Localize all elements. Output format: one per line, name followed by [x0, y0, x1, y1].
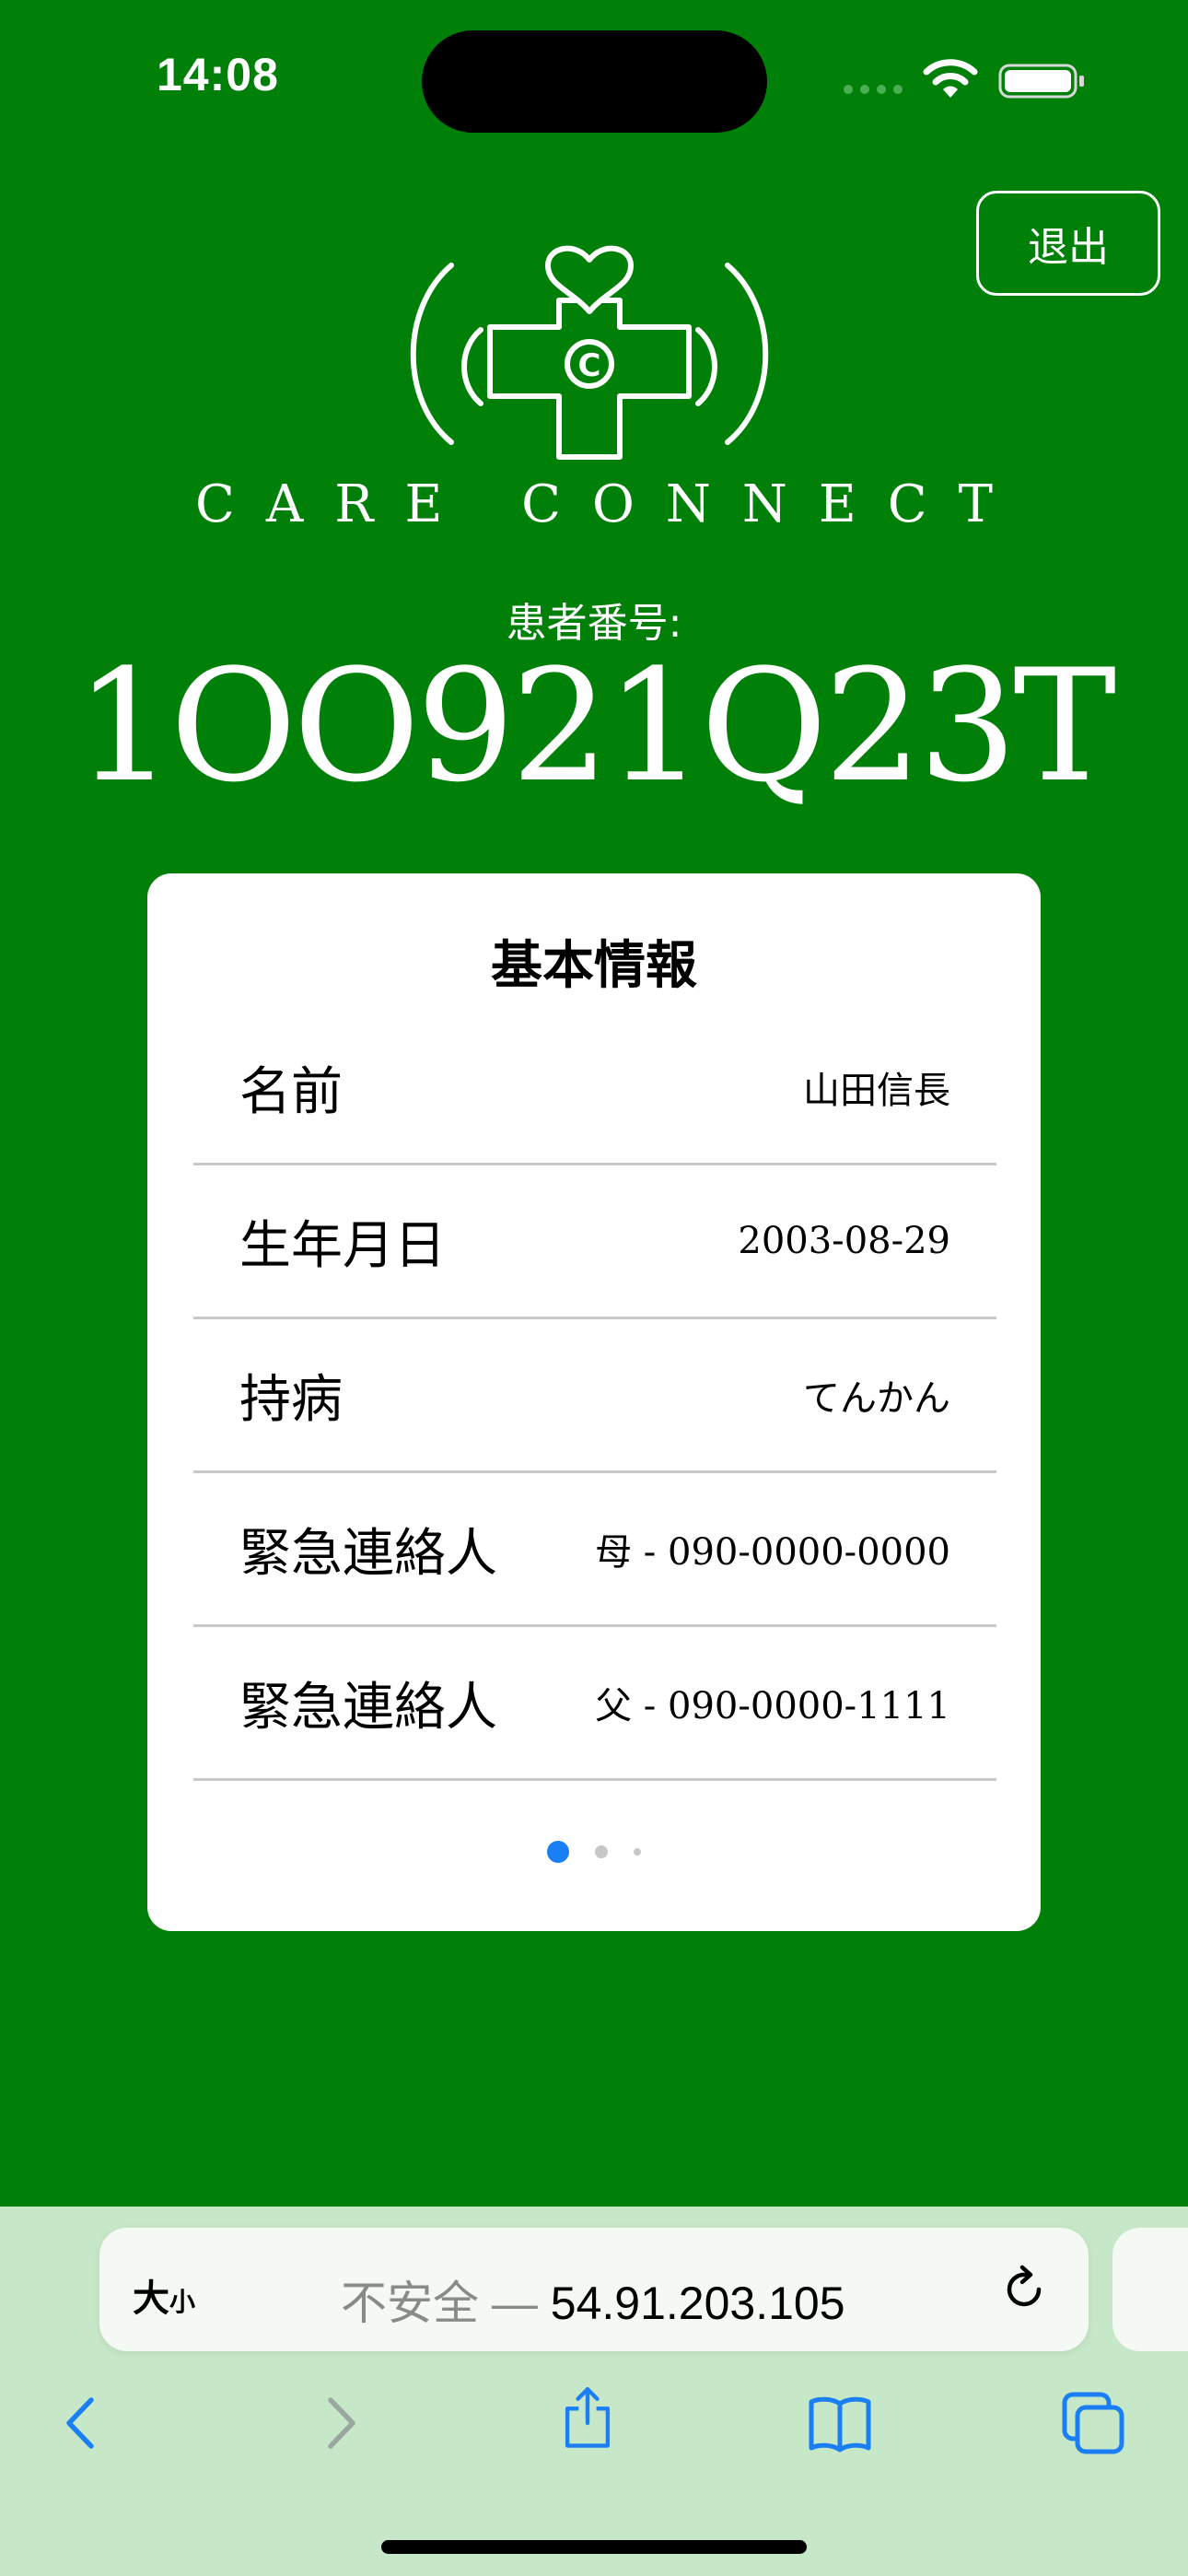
page-dot-3[interactable] — [634, 1848, 641, 1856]
exit-button[interactable]: 退出 — [976, 191, 1160, 296]
info-row-label: 名前 — [239, 1061, 343, 1122]
logo-text: CARE CONNECT — [195, 474, 1024, 534]
card-title: 基本情報 — [491, 936, 697, 996]
info-row-label: 緊急連絡人 — [239, 1677, 497, 1738]
page-indicator[interactable] — [147, 1841, 1041, 1863]
info-list: 名前 山田信長 生年月日 2003-08-29 持病 てんかん 緊急連絡人 母 … — [193, 1012, 996, 1781]
info-row-value: 2003-08-29 — [738, 1220, 950, 1262]
page-dot-2[interactable] — [595, 1845, 608, 1858]
status-time: 14:08 — [157, 49, 279, 100]
cellular-signal-icon — [844, 85, 903, 94]
svg-text:C: C — [578, 347, 601, 384]
basic-info-card[interactable]: 基本情報 名前 山田信長 生年月日 2003-08-29 持病 てんかん 緊急連… — [147, 873, 1041, 1931]
info-row-emergency-contact-mother: 緊急連絡人 母 - 090-0000-0000 — [193, 1473, 996, 1627]
info-row-value[interactable]: 父 - 090-0000-1111 — [595, 1676, 950, 1729]
text-size-button[interactable]: 大小 — [133, 2268, 195, 2322]
forward-icon[interactable] — [307, 2391, 371, 2455]
back-icon[interactable] — [51, 2391, 115, 2455]
care-connect-logo-icon: C — [410, 245, 769, 460]
battery-icon — [998, 64, 1084, 99]
address-text[interactable]: 不安全 — 54.91.203.105 — [341, 2266, 845, 2333]
reload-icon[interactable] — [1002, 2262, 1048, 2317]
info-row-birthdate: 生年月日 2003-08-29 — [193, 1165, 996, 1319]
info-row-emergency-contact-father: 緊急連絡人 父 - 090-0000-1111 — [193, 1627, 996, 1781]
info-row-value[interactable]: 母 - 090-0000-0000 — [595, 1522, 950, 1575]
info-row-condition: 持病 てんかん — [193, 1319, 996, 1473]
page-dot-1[interactable] — [547, 1841, 569, 1863]
wifi-icon — [923, 59, 978, 98]
info-row-label: 緊急連絡人 — [239, 1523, 497, 1584]
text-size-small-glyph: 小 — [169, 2287, 196, 2317]
next-tab-address-bar[interactable] — [1112, 2228, 1188, 2351]
info-row-label: 持病 — [239, 1369, 343, 1430]
patient-number: 1OO921Q23T — [75, 636, 1117, 816]
address-url: 54.91.203.105 — [550, 2277, 845, 2329]
info-row-label: 生年月日 — [239, 1215, 446, 1276]
info-row-name: 名前 山田信長 — [193, 1012, 996, 1165]
tabs-icon[interactable] — [1061, 2391, 1125, 2455]
bookmarks-icon[interactable] — [808, 2391, 872, 2455]
info-row-value: てんかん — [803, 1377, 950, 1420]
share-icon[interactable] — [555, 2384, 620, 2449]
insecure-label: 不安全 — — [341, 2277, 551, 2329]
info-row-value: 山田信長 — [803, 1070, 950, 1112]
dynamic-island — [422, 30, 767, 133]
home-indicator — [381, 2540, 807, 2554]
text-size-large-glyph: 大 — [133, 2277, 169, 2320]
